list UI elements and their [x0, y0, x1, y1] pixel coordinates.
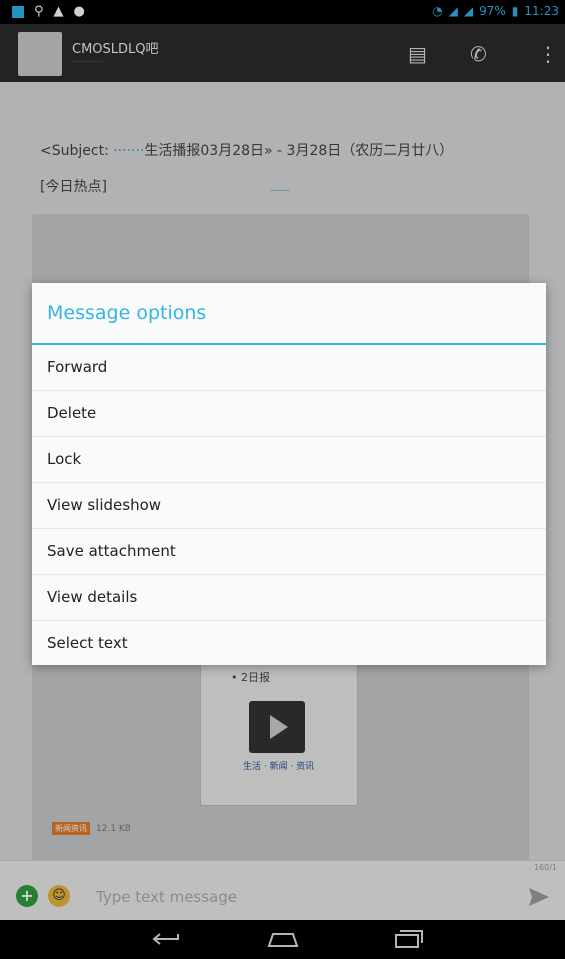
option-view-details[interactable]: View details — [32, 574, 546, 620]
options-list: Forward Delete Lock View slideshow Save … — [32, 345, 546, 666]
option-lock[interactable]: Lock — [32, 436, 546, 482]
option-forward[interactable]: Forward — [32, 345, 546, 390]
dialog-title: Message options — [32, 283, 546, 345]
option-delete[interactable]: Delete — [32, 390, 546, 436]
option-select-text[interactable]: Select text — [32, 620, 546, 666]
option-save-attachment[interactable]: Save attachment — [32, 528, 546, 574]
message-options-dialog: Message options Forward Delete Lock View… — [32, 283, 546, 665]
option-view-slideshow[interactable]: View slideshow — [32, 482, 546, 528]
